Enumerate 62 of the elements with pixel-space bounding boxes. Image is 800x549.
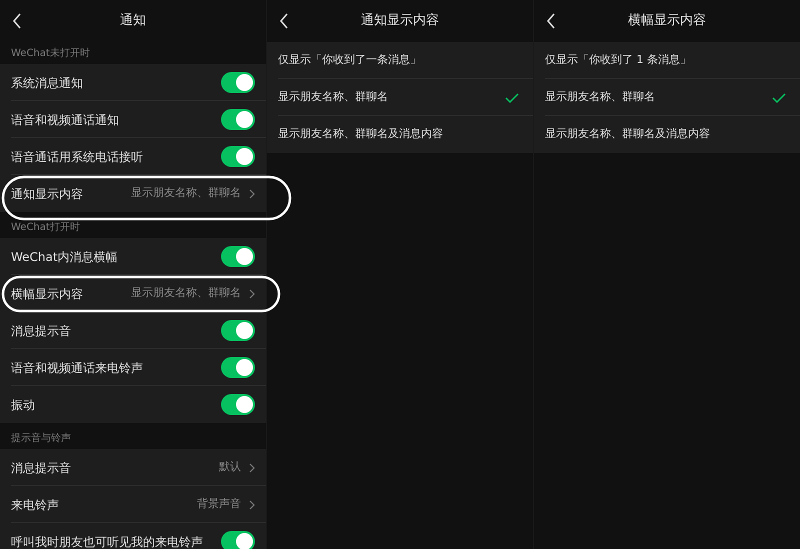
row-label: WeChat内消息横幅 xyxy=(11,248,118,266)
toggle-switch[interactable] xyxy=(221,357,255,378)
row-label: 消息提示音 xyxy=(11,460,71,476)
screen-title: 横幅显示内容 xyxy=(628,12,706,30)
settings-row[interactable]: 语音和视频通话来电铃声 xyxy=(0,349,266,386)
toggle-switch[interactable] xyxy=(221,72,255,93)
option-label: 显示朋友名称、群聊名 xyxy=(278,89,388,106)
settings-row[interactable]: 来电铃声 背景声音 xyxy=(0,486,266,523)
row-value: 显示朋友名称、群聊名 xyxy=(131,285,241,302)
screen-title: 通知 xyxy=(120,12,146,30)
chevron-icon xyxy=(249,462,255,472)
option-label: 仅显示「你收到了一条消息」 xyxy=(278,52,421,68)
toggle-switch[interactable] xyxy=(221,109,255,130)
section-label: 提示音与铃声 xyxy=(11,432,71,446)
option-row[interactable]: 仅显示「你收到了一条消息」 xyxy=(267,42,533,79)
settings-row[interactable]: 通知显示内容 显示朋友名称、群聊名 xyxy=(0,175,266,212)
option-row[interactable]: 显示朋友名称、群聊名 xyxy=(267,79,533,116)
option-row[interactable]: 显示朋友名称、群聊名 xyxy=(534,79,800,116)
settings-row[interactable]: 振动 xyxy=(0,386,266,423)
settings-row[interactable]: 消息提示音 默认 xyxy=(0,449,266,486)
settings-row[interactable]: 呼叫我时朋友也可听见我的来电铃声 xyxy=(0,523,266,549)
option-label: 显示朋友名称、群聊名及消息内容 xyxy=(545,126,710,142)
row-value: 显示朋友名称、群聊名 xyxy=(131,185,241,202)
option-row[interactable]: 显示朋友名称、群聊名及消息内容 xyxy=(267,116,533,153)
row-label: 语音通话用系统电话接听 xyxy=(11,148,143,166)
option-row[interactable]: 显示朋友名称、群聊名及消息内容 xyxy=(534,116,800,153)
settings-row[interactable]: WeChat内消息横幅 xyxy=(0,238,266,275)
row-label: 通知显示内容 xyxy=(11,186,83,202)
option-label: 显示朋友名称、群聊名 xyxy=(545,89,655,106)
section-label: WeChat打开时 xyxy=(11,220,80,234)
screen-title: 通知显示内容 xyxy=(361,12,439,30)
chevron-icon xyxy=(249,188,255,198)
settings-row[interactable]: 系统消息通知 xyxy=(0,64,266,101)
section-label: WeChat未打开时 xyxy=(11,46,90,60)
toggle-switch[interactable] xyxy=(221,146,255,167)
settings-row[interactable]: 语音和视频通话通知 xyxy=(0,101,266,138)
row-label: 振动 xyxy=(11,396,35,414)
chevron-icon xyxy=(249,500,255,510)
row-label: 语音和视频通话通知 xyxy=(11,112,119,128)
toggle-switch[interactable] xyxy=(221,394,255,415)
row-label: 横幅显示内容 xyxy=(11,286,83,302)
row-label: 消息提示音 xyxy=(11,322,71,340)
row-label: 系统消息通知 xyxy=(11,74,83,92)
checkmark-icon xyxy=(772,92,786,102)
option-label: 显示朋友名称、群聊名及消息内容 xyxy=(278,126,443,142)
row-value: 背景声音 xyxy=(197,496,241,512)
back-icon[interactable] xyxy=(12,13,22,29)
option-row[interactable]: 仅显示「你收到了 1 条消息」 xyxy=(534,42,800,79)
back-icon[interactable] xyxy=(279,13,289,29)
row-value: 默认 xyxy=(219,459,241,476)
row-label: 呼叫我时朋友也可听见我的来电铃声 xyxy=(11,534,203,549)
checkmark-icon xyxy=(505,92,519,102)
settings-row[interactable]: 语音通话用系统电话接听 xyxy=(0,138,266,175)
toggle-switch[interactable] xyxy=(221,531,255,549)
back-icon[interactable] xyxy=(546,13,556,29)
toggle-switch[interactable] xyxy=(221,246,255,267)
toggle-switch[interactable] xyxy=(221,320,255,341)
row-label: 来电铃声 xyxy=(11,496,59,514)
option-label: 仅显示「你收到了 1 条消息」 xyxy=(545,52,691,68)
chevron-icon xyxy=(249,288,255,298)
settings-row[interactable]: 消息提示音 xyxy=(0,312,266,349)
row-label: 语音和视频通话来电铃声 xyxy=(11,360,143,376)
